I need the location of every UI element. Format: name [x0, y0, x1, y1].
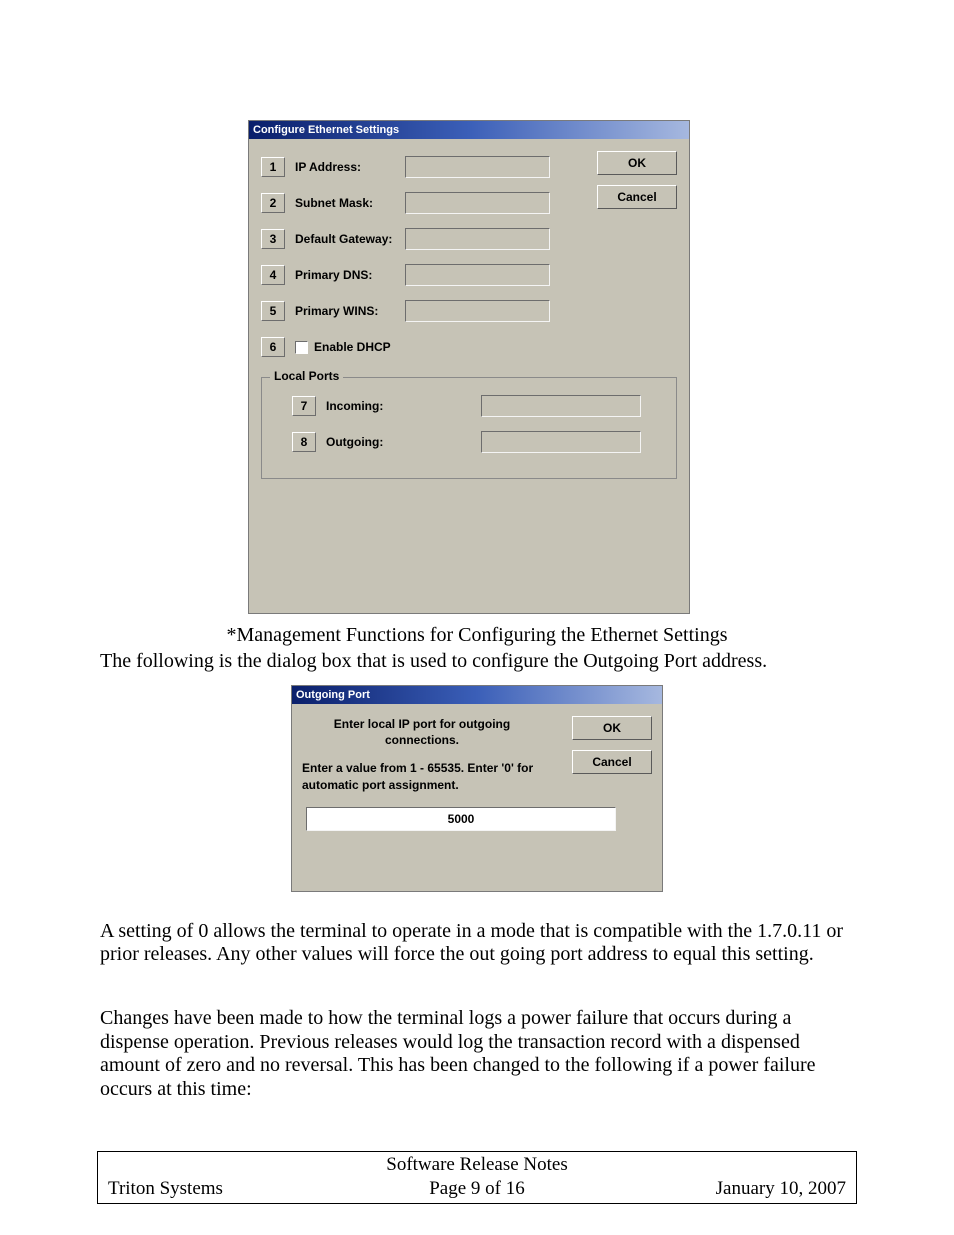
body-paragraph: Changes have been made to how the termin… — [100, 1007, 854, 1101]
cancel-button[interactable]: Cancel — [597, 185, 677, 209]
hotkey-5-button[interactable]: 5 — [261, 301, 285, 321]
subnet-mask-input[interactable] — [405, 192, 550, 214]
default-gateway-input[interactable] — [405, 228, 550, 250]
cancel-button[interactable]: Cancel — [572, 750, 652, 774]
hotkey-6-button[interactable]: 6 — [261, 337, 285, 357]
outgoing-port-input[interactable] — [481, 431, 641, 453]
enable-dhcp-label: Enable DHCP — [314, 340, 391, 354]
local-ports-legend: Local Ports — [270, 369, 343, 383]
default-gateway-label: Default Gateway: — [295, 232, 405, 246]
configure-ethernet-dialog: Configure Ethernet Settings OK Cancel 1 … — [248, 120, 690, 614]
enable-dhcp-checkbox[interactable] — [295, 341, 308, 354]
footer-center: Page 9 of 16 — [354, 1178, 600, 1200]
incoming-port-input[interactable] — [481, 395, 641, 417]
ip-address-label: IP Address: — [295, 160, 405, 174]
hotkey-3-button[interactable]: 3 — [261, 229, 285, 249]
hotkey-1-button[interactable]: 1 — [261, 157, 285, 177]
row-default-gateway: 3 Default Gateway: — [261, 221, 677, 257]
local-ports-group: Local Ports 7 Incoming: 8 Outgoing: — [261, 377, 677, 479]
footer-left: Triton Systems — [108, 1178, 354, 1200]
primary-dns-label: Primary DNS: — [295, 268, 405, 282]
hotkey-8-button[interactable]: 8 — [292, 432, 316, 452]
hotkey-2-button[interactable]: 2 — [261, 193, 285, 213]
ip-address-input[interactable] — [405, 156, 550, 178]
figure-caption: *Management Functions for Configuring th… — [100, 624, 854, 647]
row-primary-dns: 4 Primary DNS: — [261, 257, 677, 293]
dialog-titlebar: Configure Ethernet Settings — [249, 121, 689, 139]
outgoing-label: Outgoing: — [326, 435, 426, 449]
body-paragraph: The following is the dialog box that is … — [100, 649, 854, 673]
incoming-label: Incoming: — [326, 399, 426, 413]
hotkey-7-button[interactable]: 7 — [292, 396, 316, 416]
dialog-titlebar: Outgoing Port — [292, 686, 662, 704]
outgoing-port-dialog: Outgoing Port OK Cancel Enter local IP p… — [291, 685, 663, 892]
row-primary-wins: 5 Primary WINS: — [261, 293, 677, 329]
page-footer: Software Release Notes Triton Systems Pa… — [97, 1151, 857, 1204]
primary-wins-input[interactable] — [405, 300, 550, 322]
subnet-mask-label: Subnet Mask: — [295, 196, 405, 210]
primary-wins-label: Primary WINS: — [295, 304, 405, 318]
outgoing-port-value-input[interactable]: 5000 — [306, 807, 616, 831]
ok-button[interactable]: OK — [572, 716, 652, 740]
hotkey-4-button[interactable]: 4 — [261, 265, 285, 285]
primary-dns-input[interactable] — [405, 264, 550, 286]
outgoing-instruction-2: Enter a value from 1 - 65535. Enter '0' … — [302, 760, 547, 792]
footer-title: Software Release Notes — [98, 1152, 856, 1178]
row-enable-dhcp: 6 Enable DHCP — [261, 329, 677, 365]
row-outgoing-port: 8 Outgoing: — [276, 424, 662, 460]
footer-right: January 10, 2007 — [600, 1178, 846, 1200]
ok-button[interactable]: OK — [597, 151, 677, 175]
outgoing-instruction-1: Enter local IP port for outgoing connect… — [302, 716, 542, 748]
body-paragraph: A setting of 0 allows the terminal to op… — [100, 920, 854, 967]
row-incoming-port: 7 Incoming: — [276, 388, 662, 424]
